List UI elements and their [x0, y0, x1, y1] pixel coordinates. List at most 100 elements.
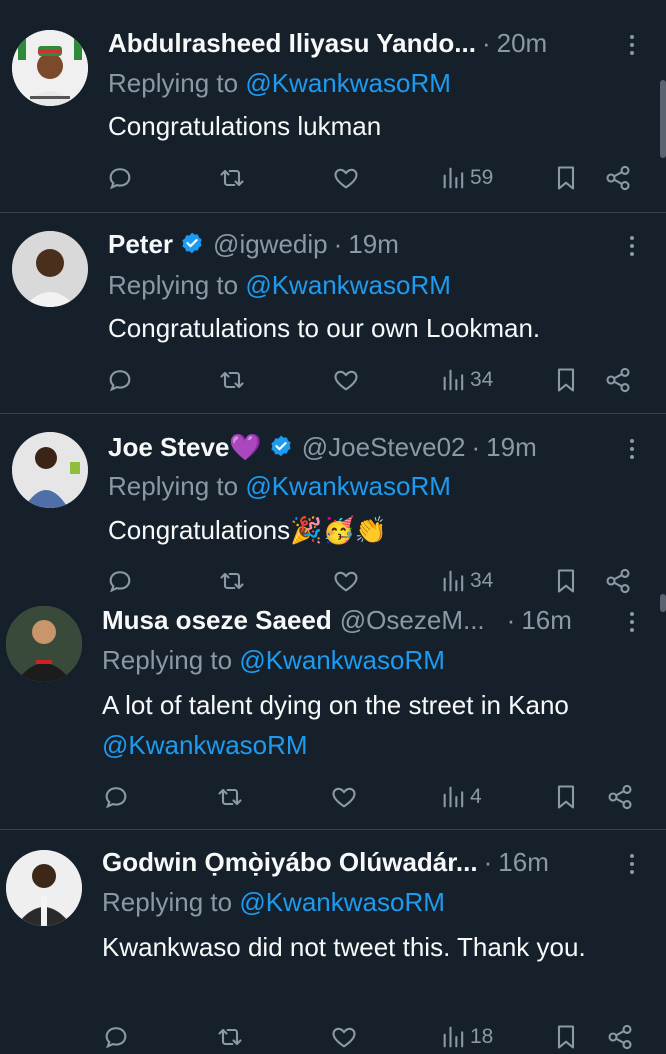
replying-label: Replying to	[108, 270, 239, 300]
bookmark-button[interactable]	[552, 363, 580, 397]
heart-icon	[332, 1027, 356, 1048]
views-count: 34	[470, 368, 494, 391]
retweet-icon	[218, 1028, 242, 1046]
share-button[interactable]	[604, 161, 632, 195]
share-button[interactable]	[604, 564, 632, 598]
reply-tweet[interactable]: Musa oseze Saeed @OsezeM... · 16m Replyi…	[0, 598, 666, 828]
reply-tweet[interactable]: Joe Steve 💜 @JoeSteve02 · 19m Replying t…	[0, 414, 666, 598]
retweet-button[interactable]	[216, 780, 244, 814]
tweet-header: Godwin Ọmọ̀iyábo Olúwadár... · 16m	[102, 844, 549, 880]
bookmark-icon	[557, 569, 575, 593]
views-icon	[443, 167, 464, 189]
bookmark-icon	[557, 368, 575, 392]
more-icon[interactable]	[622, 846, 642, 882]
tweet-text: Kwankwaso did not tweet this. Thank you.	[102, 932, 586, 962]
more-icon[interactable]	[622, 228, 642, 264]
reply-button[interactable]	[106, 161, 134, 195]
timestamp[interactable]: 20m	[497, 28, 548, 59]
user-handle[interactable]: @JoeSteve02	[302, 432, 466, 463]
bookmark-button[interactable]	[552, 161, 580, 195]
share-button[interactable]	[604, 363, 632, 397]
avatar[interactable]	[12, 231, 88, 307]
bookmark-button[interactable]	[552, 564, 580, 598]
views-button[interactable]: 59	[440, 161, 493, 195]
replying-label: Replying to	[108, 471, 239, 501]
timestamp[interactable]: 16m	[498, 847, 549, 878]
user-handle[interactable]: @igwedip	[213, 229, 328, 260]
like-button[interactable]	[330, 780, 358, 814]
separator-dot: ·	[483, 846, 493, 877]
separator-dot: ·	[506, 604, 516, 635]
mention-link[interactable]: @KwankwasoRM	[245, 68, 451, 98]
views-button[interactable]: 34	[440, 564, 493, 598]
share-button[interactable]	[606, 780, 634, 814]
timestamp[interactable]: 16m	[521, 605, 572, 636]
views-count: 59	[470, 166, 494, 189]
display-name[interactable]: Godwin Ọmọ̀iyábo Olúwadár...	[102, 847, 478, 878]
share-icon	[606, 165, 630, 191]
like-button[interactable]	[332, 161, 360, 195]
views-button[interactable]: 18	[440, 1020, 493, 1054]
mention-link[interactable]: @KwankwasoRM	[245, 270, 451, 300]
bookmark-icon	[557, 1025, 575, 1049]
more-icon[interactable]	[622, 27, 642, 63]
retweet-button[interactable]	[218, 363, 246, 397]
retweet-button[interactable]	[218, 564, 246, 598]
mention-link[interactable]: @KwankwasoRM	[245, 471, 451, 501]
reply-tweet[interactable]: Godwin Ọmọ̀iyábo Olúwadár... · 16m Reply…	[0, 830, 666, 1051]
mention-link[interactable]: @KwankwasoRM	[239, 645, 445, 675]
views-icon	[443, 570, 464, 592]
like-button[interactable]	[330, 1020, 358, 1054]
reply-button[interactable]	[106, 363, 134, 397]
display-name[interactable]: Musa oseze Saeed	[102, 605, 332, 636]
reply-button[interactable]	[102, 1020, 130, 1054]
retweet-button[interactable]	[218, 161, 246, 195]
tweet-header: Peter @igwedip · 19m	[108, 226, 399, 262]
display-name[interactable]: Joe Steve	[108, 432, 229, 463]
avatar[interactable]	[6, 850, 82, 926]
heart-icon	[334, 168, 358, 189]
user-handle[interactable]: @OsezeM...	[340, 605, 485, 636]
action-bar: 4	[102, 780, 662, 814]
verified-badge-icon	[182, 232, 202, 254]
mention-link[interactable]: @KwankwasoRM	[239, 887, 445, 917]
bookmark-button[interactable]	[552, 1020, 580, 1054]
action-bar: 18	[102, 1020, 662, 1054]
display-name[interactable]: Abdulrasheed Iliyasu Yando...	[108, 28, 476, 59]
retweet-button[interactable]	[216, 1020, 244, 1054]
mention-link[interactable]: @KwankwasoRM	[102, 730, 308, 760]
separator-dot: ·	[333, 228, 343, 259]
share-icon	[606, 367, 630, 393]
more-icon[interactable]	[622, 431, 642, 467]
views-icon	[443, 369, 464, 391]
bookmark-button[interactable]	[552, 780, 580, 814]
reply-icon	[105, 787, 127, 809]
reply-tweet[interactable]: Peter @igwedip · 19m Replying to @Kwankw…	[0, 213, 666, 413]
avatar[interactable]	[12, 30, 88, 106]
reply-tweet[interactable]: Abdulrasheed Iliyasu Yando... · 20m Repl…	[0, 0, 666, 212]
timestamp[interactable]: 19m	[348, 229, 399, 260]
views-button[interactable]: 34	[440, 363, 493, 397]
retweet-icon	[220, 371, 244, 389]
verified-badge-icon	[271, 435, 291, 457]
display-name[interactable]: Peter	[108, 229, 173, 260]
retweet-icon	[218, 788, 242, 806]
reply-button[interactable]	[106, 564, 134, 598]
replying-label: Replying to	[102, 887, 233, 917]
views-button[interactable]: 4	[440, 780, 482, 814]
scrollbar[interactable]	[660, 80, 666, 158]
like-button[interactable]	[332, 564, 360, 598]
avatar[interactable]	[12, 432, 88, 508]
more-icon[interactable]	[622, 604, 642, 640]
reply-button[interactable]	[102, 780, 130, 814]
share-button[interactable]	[606, 1020, 634, 1054]
tweet-header: Musa oseze Saeed @OsezeM... · 16m	[102, 602, 572, 638]
avatar[interactable]	[6, 606, 82, 682]
scrollbar[interactable]	[660, 594, 666, 612]
bookmark-icon	[557, 166, 575, 190]
action-bar: 34	[106, 564, 666, 598]
separator-dot: ·	[481, 27, 491, 58]
timestamp[interactable]: 19m	[486, 432, 537, 463]
like-button[interactable]	[332, 363, 360, 397]
tweet-text-content: A lot of talent dying on the street in K…	[102, 690, 569, 720]
